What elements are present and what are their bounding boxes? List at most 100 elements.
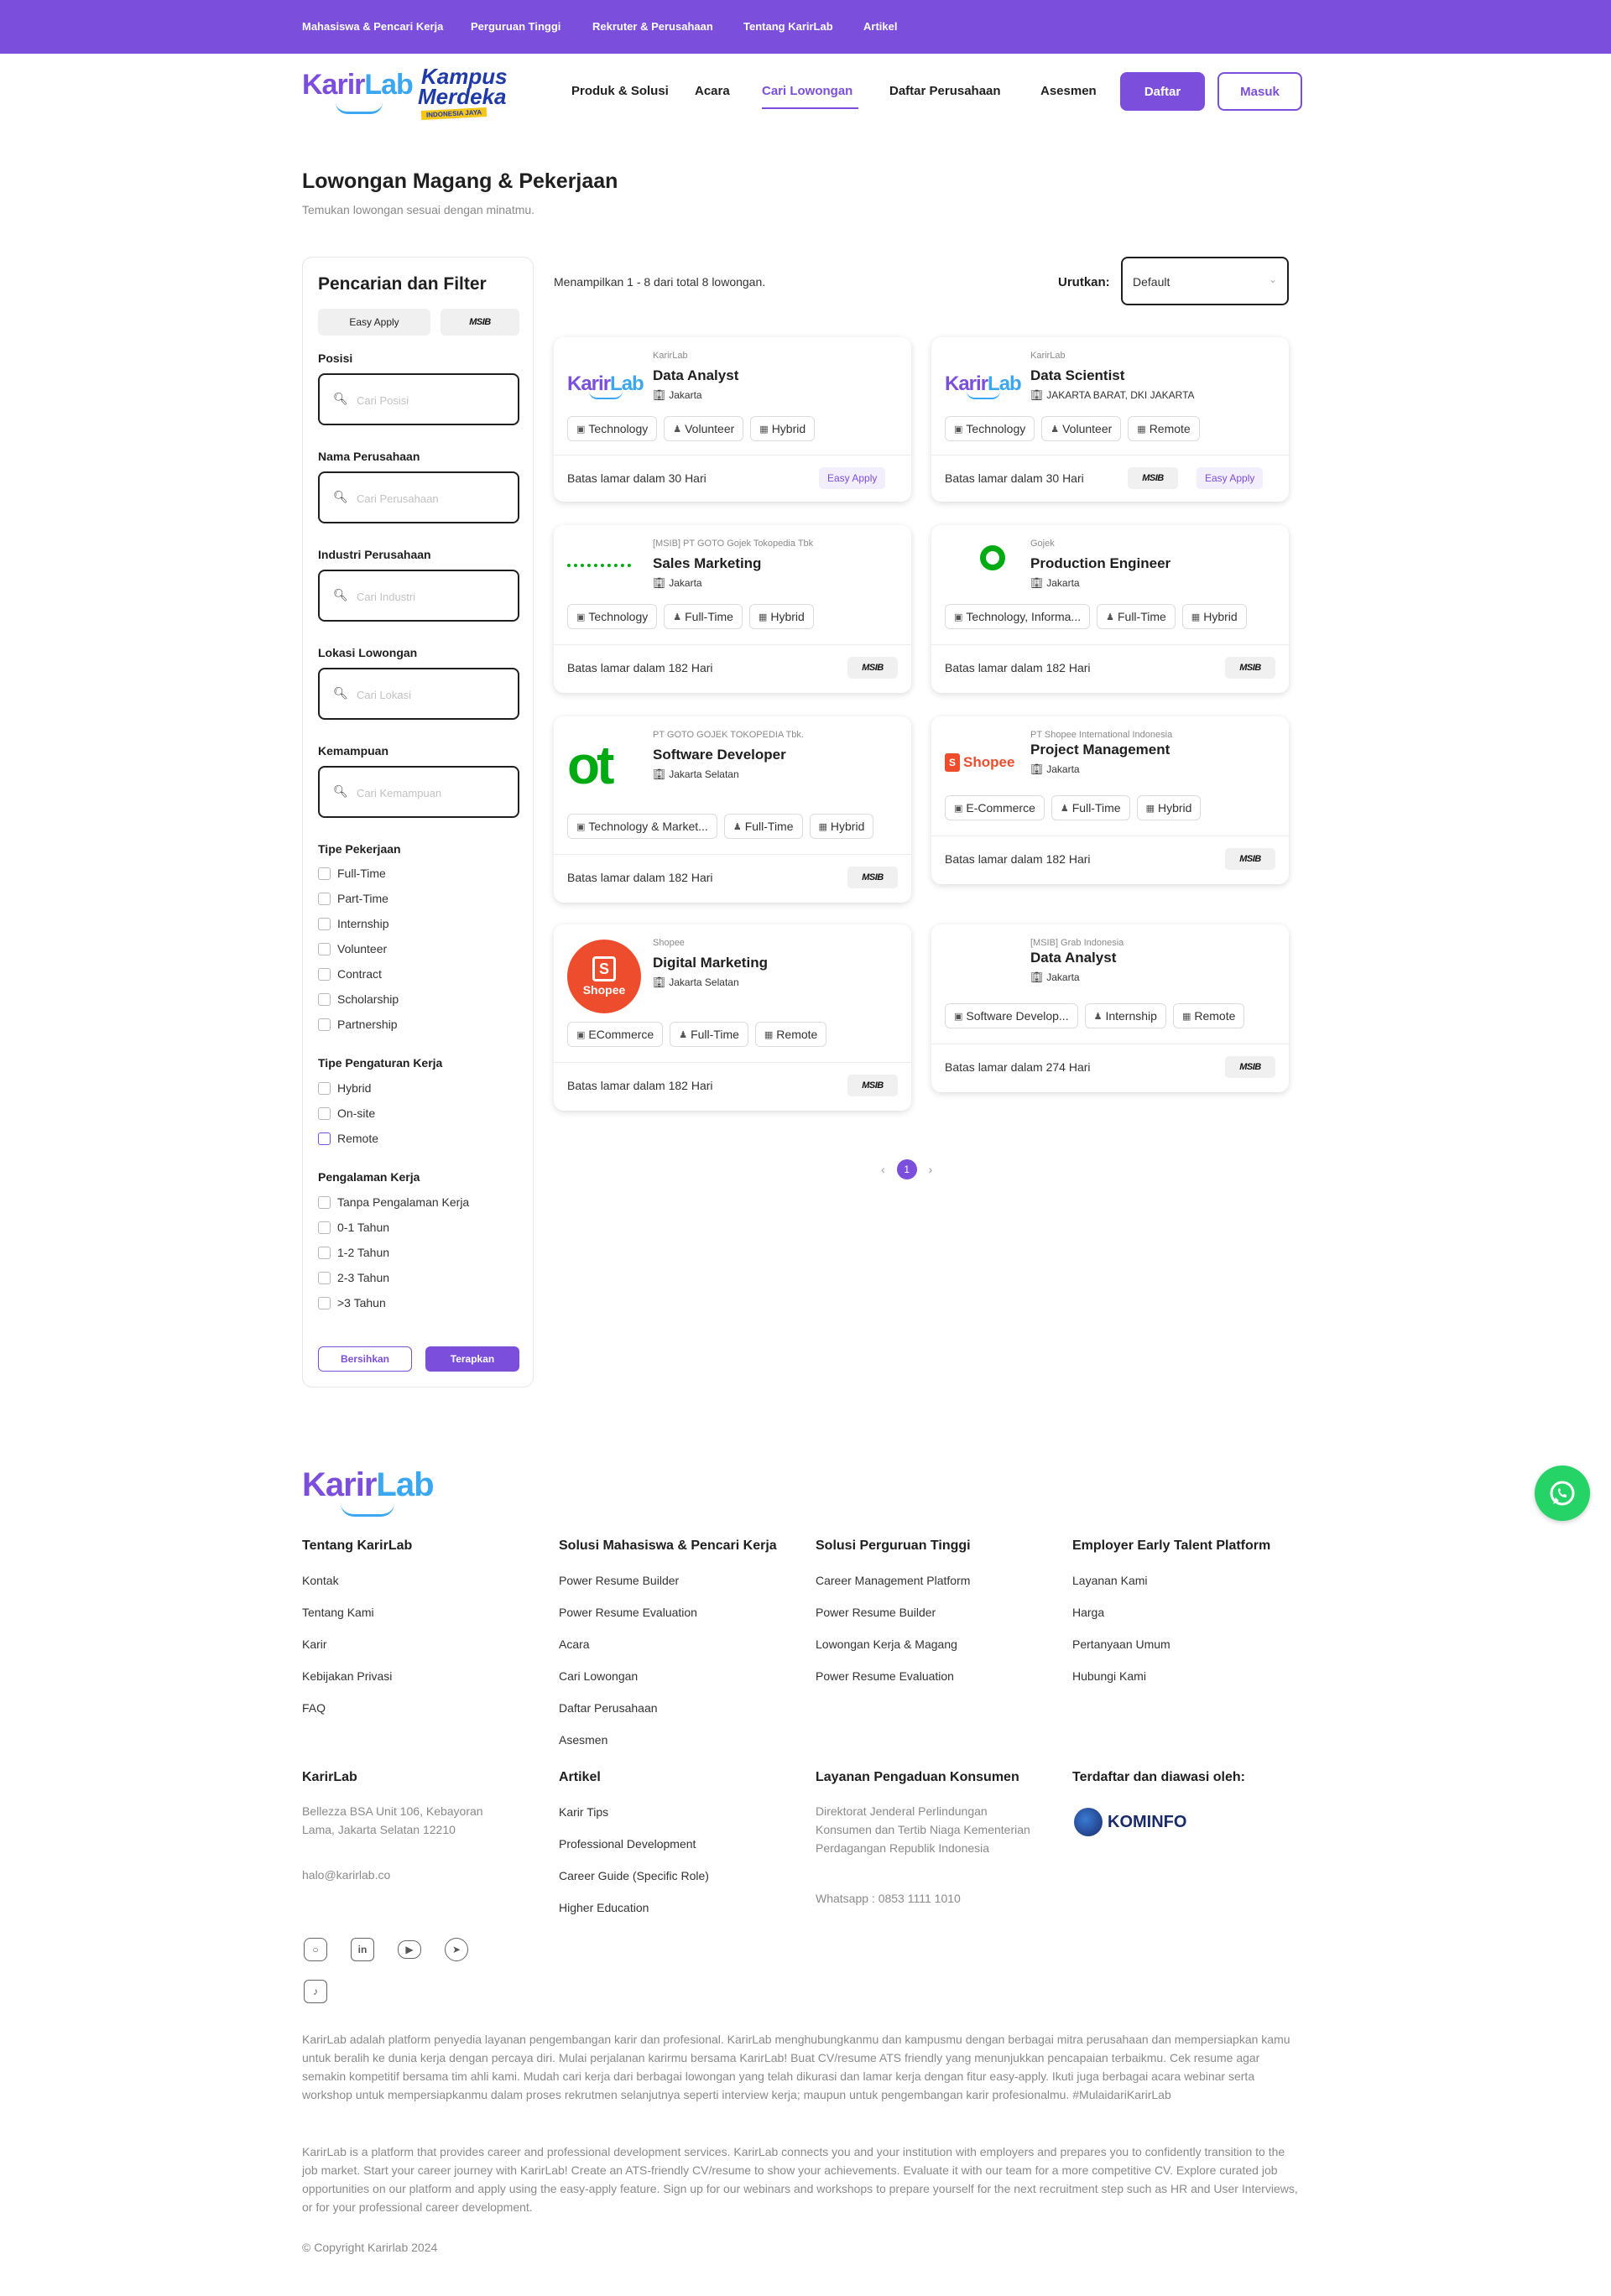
chevron-right-icon[interactable]: › — [929, 1163, 933, 1176]
job-title[interactable]: Project Management — [1030, 742, 1170, 758]
page-number-button[interactable]: 1 — [896, 1159, 917, 1179]
footer-logo[interactable]: KarirLab — [302, 1466, 435, 1504]
job-card[interactable]: S Shopee PT Shopee International Indones… — [931, 716, 1289, 884]
checkbox-partnership[interactable]: Partnership — [318, 1018, 398, 1031]
topbar-link-perguruan[interactable]: Perguruan Tinggi — [471, 20, 560, 33]
footer-link[interactable]: Karir — [302, 1637, 327, 1651]
footer-link[interactable]: Power Resume Builder — [559, 1574, 679, 1587]
footer-link[interactable]: Acara — [559, 1637, 590, 1651]
job-card[interactable]: KarirLab KarirLab Data Analyst 🏢︎ Jakarta… — [554, 337, 911, 502]
whatsapp-button[interactable] — [1535, 1466, 1590, 1521]
checkbox-internship[interactable]: Internship — [318, 917, 388, 930]
sort-select[interactable]: Default ⌄ — [1121, 257, 1289, 305]
nav-cari-lowongan[interactable]: Cari Lowongan — [762, 84, 852, 98]
checkbox-box[interactable] — [318, 892, 331, 905]
checkbox-box[interactable] — [318, 1081, 331, 1095]
nav-daftar-perusahaan[interactable]: Daftar Perusahaan — [889, 84, 1001, 98]
youtube-icon[interactable]: ▶ — [398, 1940, 421, 1959]
checkbox-part-time[interactable]: Part-Time — [318, 892, 388, 905]
job-title[interactable]: Production Engineer — [1030, 555, 1170, 572]
checkbox-box[interactable] — [318, 967, 331, 981]
checkbox-box[interactable] — [318, 942, 331, 955]
checkbox-box[interactable] — [318, 992, 331, 1006]
checkbox-1-2-tahun[interactable]: 1-2 Tahun — [318, 1246, 389, 1259]
nav-asesmen[interactable]: Asesmen — [1040, 84, 1097, 98]
karirlab-logo[interactable]: KarirLab — [302, 69, 414, 102]
footer-link[interactable]: Career Guide (Specific Role) — [559, 1869, 709, 1882]
nav-acara[interactable]: Acara — [695, 84, 730, 98]
footer-link[interactable]: Layanan Kami — [1072, 1574, 1148, 1587]
footer-link[interactable]: Career Management Platform — [816, 1574, 970, 1587]
tiktok-icon[interactable]: ♪ — [304, 1980, 327, 2003]
footer-link[interactable]: Daftar Perusahaan — [559, 1701, 658, 1715]
easy-apply-chip[interactable]: Easy Apply — [318, 309, 430, 336]
job-title[interactable]: Data Analyst — [1030, 950, 1116, 966]
kemampuan-input[interactable] — [357, 783, 508, 803]
footer-link[interactable]: Power Resume Evaluation — [816, 1669, 954, 1683]
footer-link[interactable]: Asesmen — [559, 1733, 607, 1747]
job-card[interactable]: KarirLab KarirLab Data Scientist 🏢︎ JAKAR… — [931, 337, 1289, 502]
job-title[interactable]: Sales Marketing — [653, 555, 761, 572]
industri-input[interactable] — [357, 586, 508, 607]
checkbox-box[interactable] — [318, 867, 331, 880]
footer-link[interactable]: Power Resume Evaluation — [559, 1606, 697, 1619]
footer-email[interactable]: halo@karirlab.co — [302, 1866, 390, 1884]
job-title[interactable]: Data Scientist — [1030, 367, 1124, 384]
checkbox-box[interactable] — [318, 917, 331, 930]
footer-link[interactable]: Professional Development — [559, 1837, 696, 1851]
checkbox-2-3-tahun[interactable]: 2-3 Tahun — [318, 1271, 389, 1284]
topbar-link-tentang[interactable]: Tentang KarirLab — [743, 20, 833, 33]
footer-link[interactable]: Tentang Kami — [302, 1606, 374, 1619]
checkbox-box[interactable] — [318, 1132, 331, 1145]
footer-whatsapp[interactable]: Whatsapp : 0853 1111 1010 — [816, 1889, 961, 1908]
footer-link[interactable]: Hubungi Kami — [1072, 1669, 1146, 1683]
job-title[interactable]: Digital Marketing — [653, 955, 768, 971]
checkbox-box[interactable] — [318, 1271, 331, 1284]
posisi-input[interactable] — [357, 390, 508, 410]
checkbox-box[interactable] — [318, 1195, 331, 1209]
checkbox-box[interactable] — [318, 1018, 331, 1031]
checkbox-full-time[interactable]: Full-Time — [318, 867, 386, 880]
footer-link[interactable]: Kontak — [302, 1574, 339, 1587]
footer-link[interactable]: Cari Lowongan — [559, 1669, 638, 1683]
checkbox-box[interactable] — [318, 1246, 331, 1259]
checkbox-box[interactable] — [318, 1106, 331, 1120]
footer-link[interactable]: Harga — [1072, 1606, 1104, 1619]
job-title[interactable]: Software Developer — [653, 747, 786, 763]
job-title[interactable]: Data Analyst — [653, 367, 738, 384]
topbar-link-mahasiswa[interactable]: Mahasiswa & Pencari Kerja — [302, 20, 443, 33]
lokasi-input[interactable] — [357, 685, 508, 705]
checkbox-3-plus-tahun[interactable]: >3 Tahun — [318, 1296, 386, 1309]
footer-link[interactable]: Pertanyaan Umum — [1072, 1637, 1170, 1651]
daftar-button[interactable]: Daftar — [1120, 72, 1205, 111]
checkbox-scholarship[interactable]: Scholarship — [318, 992, 399, 1006]
checkbox-volunteer[interactable]: Volunteer — [318, 942, 387, 955]
masuk-button[interactable]: Masuk — [1217, 72, 1302, 111]
nav-produk-solusi[interactable]: Produk & Solusi — [571, 84, 669, 98]
job-card[interactable]: ot PT GOTO GOJEK TOKOPEDIA Tbk. Software… — [554, 716, 911, 903]
footer-link[interactable]: Kebijakan Privasi — [302, 1669, 392, 1683]
perusahaan-input[interactable] — [357, 488, 508, 508]
checkbox-on-site[interactable]: On-site — [318, 1106, 375, 1120]
footer-link[interactable]: Lowongan Kerja & Magang — [816, 1637, 957, 1651]
terapkan-button[interactable]: Terapkan — [425, 1346, 519, 1372]
footer-link[interactable]: FAQ — [302, 1701, 326, 1715]
footer-link[interactable]: Power Resume Builder — [816, 1606, 936, 1619]
job-card[interactable]: S Shopee Shopee Digital Marketing 🏢︎ Jaka… — [554, 924, 911, 1111]
topbar-link-artikel[interactable]: Artikel — [863, 20, 897, 33]
checkbox-tanpa-pengalaman[interactable]: Tanpa Pengalaman Kerja — [318, 1195, 469, 1209]
linkedin-icon[interactable]: in — [351, 1938, 374, 1961]
checkbox-hybrid[interactable]: Hybrid — [318, 1081, 371, 1095]
job-card[interactable]: [MSIB] Grab Indonesia Data Analyst 🏢︎ Jak… — [931, 924, 1289, 1092]
bersihkan-button[interactable]: Bersihkan — [318, 1346, 412, 1372]
instagram-icon[interactable]: ○ — [304, 1938, 327, 1961]
telegram-icon[interactable]: ➤ — [445, 1938, 468, 1961]
checkbox-remote[interactable]: Remote — [318, 1132, 378, 1145]
job-card[interactable]: Gojek Production Engineer 🏢︎ Jakarta ▣ Tec… — [931, 525, 1289, 693]
msib-chip[interactable]: MSIB — [441, 309, 519, 336]
checkbox-0-1-tahun[interactable]: 0-1 Tahun — [318, 1221, 389, 1234]
topbar-link-rekruter[interactable]: Rekruter & Perusahaan — [592, 20, 713, 33]
footer-link[interactable]: Higher Education — [559, 1901, 649, 1914]
job-card[interactable]: [MSIB] PT GOTO Gojek Tokopedia Tbk Sales… — [554, 525, 911, 693]
checkbox-contract[interactable]: Contract — [318, 967, 382, 981]
